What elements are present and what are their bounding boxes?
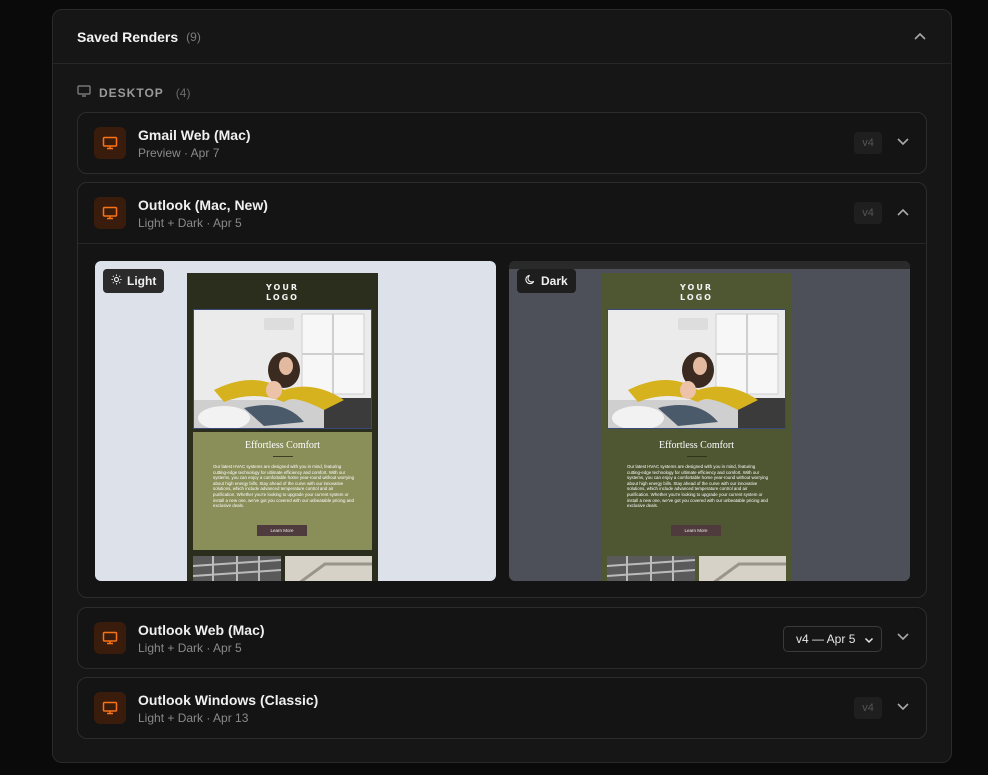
thumbnail-image bbox=[192, 556, 282, 581]
divider bbox=[273, 456, 293, 457]
light-mode-label: Light bbox=[127, 274, 157, 288]
monitor-icon bbox=[94, 127, 126, 159]
monitor-icon bbox=[94, 197, 126, 229]
email-render: YOUR LOGO Effortless Comfort Our latest … bbox=[187, 273, 378, 581]
email-thumbnails bbox=[192, 556, 372, 581]
version-badge: v4 bbox=[854, 132, 882, 154]
monitor-icon bbox=[94, 692, 126, 724]
section-count: (4) bbox=[175, 86, 191, 100]
render-row-gmail-web-mac[interactable]: Gmail Web (Mac) Preview · Apr 7 v4 bbox=[77, 112, 927, 174]
email-thumbnails bbox=[606, 556, 786, 581]
panel-count: (9) bbox=[186, 29, 201, 44]
monitor-icon bbox=[77, 84, 91, 102]
sun-icon bbox=[111, 274, 122, 288]
chevron-down-icon[interactable] bbox=[896, 700, 910, 714]
email-heading: Effortless Comfort bbox=[244, 440, 321, 451]
email-content-block: Effortless Comfort Our latest HVAC syste… bbox=[607, 432, 786, 550]
email-body-text: Our latest HVAC systems are designed wit… bbox=[627, 464, 769, 509]
hero-image bbox=[607, 309, 786, 429]
thumbnail-image bbox=[699, 556, 786, 581]
version-select-value: v4 — Apr 5 bbox=[796, 632, 856, 646]
render-row-outlook-windows-classic[interactable]: Outlook Windows (Classic) Light + Dark ·… bbox=[77, 677, 927, 739]
render-name: Outlook (Mac, New) bbox=[138, 197, 268, 213]
chevron-down-icon[interactable] bbox=[896, 135, 910, 149]
render-name: Outlook Windows (Classic) bbox=[138, 692, 319, 708]
dark-preview[interactable]: Dark YOUR LOGO Effortless Comfort Our la… bbox=[509, 261, 910, 581]
render-name: Outlook Web (Mac) bbox=[138, 622, 265, 638]
email-content-block: Effortless Comfort Our latest HVAC syste… bbox=[193, 432, 372, 550]
light-mode-badge: Light bbox=[103, 269, 165, 293]
thumbnail-image bbox=[285, 556, 372, 581]
email-render: YOUR LOGO Effortless Comfort Our latest … bbox=[601, 273, 792, 581]
email-cta-button: Learn More bbox=[257, 525, 307, 536]
monitor-icon bbox=[94, 622, 126, 654]
render-subtitle: Preview · Apr 7 bbox=[138, 146, 220, 160]
section-title: DESKTOP bbox=[99, 86, 164, 100]
email-heading: Effortless Comfort bbox=[658, 440, 735, 451]
email-logo: YOUR LOGO bbox=[680, 283, 713, 302]
render-row-outlook-mac-new[interactable]: Outlook (Mac, New) Light + Dark · Apr 5 … bbox=[77, 182, 927, 598]
chevron-up-icon[interactable] bbox=[896, 205, 910, 219]
divider bbox=[687, 456, 707, 457]
panel-title: Saved Renders bbox=[77, 28, 179, 45]
version-select[interactable]: v4 — Apr 5 bbox=[783, 626, 882, 652]
chevron-down-icon[interactable] bbox=[896, 630, 910, 644]
chevron-up-icon[interactable] bbox=[911, 27, 929, 45]
dark-mode-badge: Dark bbox=[517, 269, 576, 293]
dark-mode-label: Dark bbox=[541, 274, 568, 288]
thumbnail-image bbox=[606, 556, 696, 581]
moon-icon bbox=[525, 274, 536, 288]
render-name: Gmail Web (Mac) bbox=[138, 127, 251, 143]
render-subtitle: Light + Dark · Apr 5 bbox=[138, 216, 242, 230]
section-label-desktop: DESKTOP (4) bbox=[77, 84, 190, 102]
render-previews: Light YOUR LOGO Effortless Comfort Our l… bbox=[78, 243, 926, 597]
email-logo: YOUR LOGO bbox=[266, 283, 299, 302]
hero-image bbox=[193, 309, 372, 429]
chevron-down-icon bbox=[864, 634, 874, 648]
panel-header[interactable]: Saved Renders (9) bbox=[53, 10, 951, 64]
render-subtitle: Light + Dark · Apr 13 bbox=[138, 711, 249, 725]
render-subtitle: Light + Dark · Apr 5 bbox=[138, 641, 242, 655]
saved-renders-panel: Saved Renders (9) DESKTOP (4) Gmail Web … bbox=[52, 9, 952, 763]
light-preview[interactable]: Light YOUR LOGO Effortless Comfort Our l… bbox=[95, 261, 496, 581]
version-badge: v4 bbox=[854, 202, 882, 224]
version-badge: v4 bbox=[854, 697, 882, 719]
render-row-outlook-web-mac[interactable]: Outlook Web (Mac) Light + Dark · Apr 5 v… bbox=[77, 607, 927, 669]
email-body-text: Our latest HVAC systems are designed wit… bbox=[213, 464, 355, 509]
email-cta-button: Learn More bbox=[671, 525, 721, 536]
